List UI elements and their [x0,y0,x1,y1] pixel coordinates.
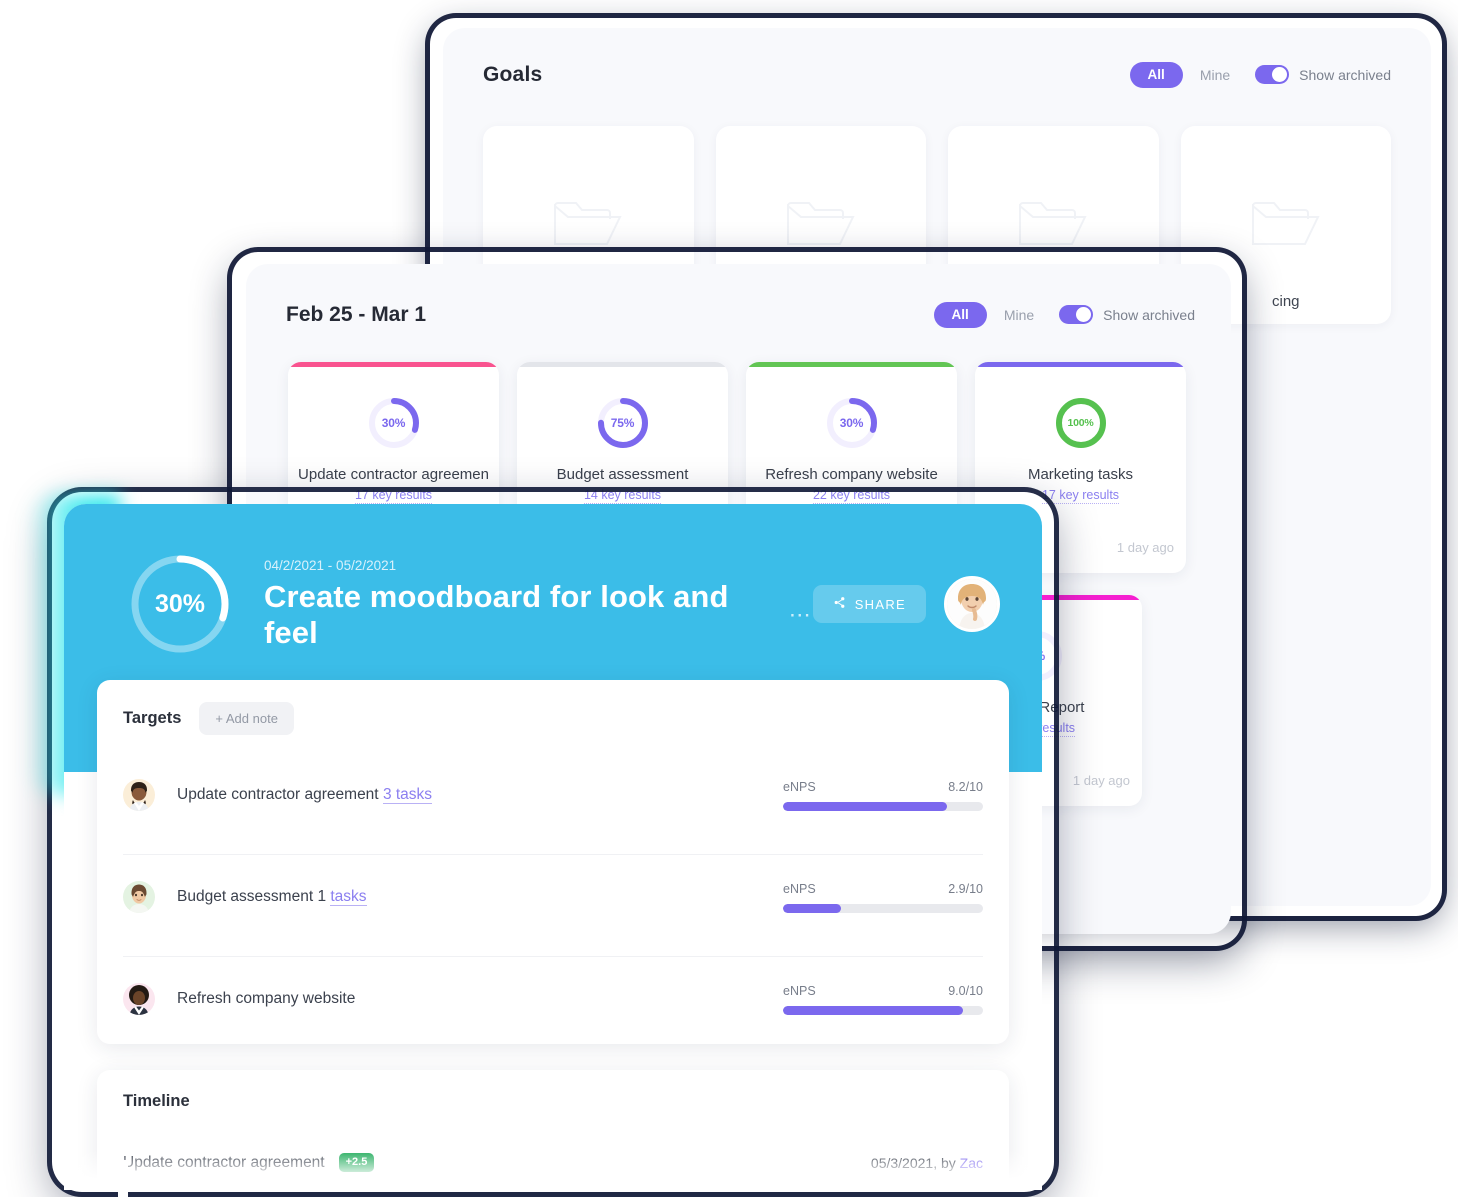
week-filters: All Mine Show archived [933,302,1195,328]
share-button[interactable]: SHARE [812,585,926,623]
targets-heading: Targets [123,709,182,727]
target-title: Refresh company website [177,990,356,1007]
timeline-title: Update contractor agreement [123,1153,325,1171]
screenshot-stage: Goals All Mine Show archived cing Feb 25… [0,0,1458,1197]
target-row[interactable]: Update contractor agreement 3 tasks eNPS… [123,753,983,836]
progress-percent: 30% [381,415,406,430]
target-metric: eNPS 9.0/10 [783,984,983,1015]
goal-name: Refresh company website [765,465,938,483]
progress-percent: 75% [610,415,635,430]
timeline-heading: Timeline [123,1092,190,1110]
timeline-author[interactable]: Zac [960,1155,983,1171]
avatar[interactable] [944,576,1000,632]
metric-label: eNPS [783,983,816,998]
timeline-meta: 05/3/2021, by Zac [871,1155,983,1171]
week-range-title: Feb 25 - Mar 1 [286,302,427,326]
goal-key-results-link[interactable]: 17 key results [1041,488,1120,504]
show-archived-label: Show archived [1103,306,1195,323]
show-archived-label: Show archived [1299,66,1391,83]
detail-window-bottom-notch [118,1160,128,1197]
filter-all-button[interactable]: All [933,302,987,328]
folder-icon [785,193,857,256]
goals-filters: All Mine Show archived [1129,62,1391,88]
filter-all-button[interactable]: All [1129,62,1183,88]
metric-label: eNPS [783,881,816,896]
metric-score: 8.2/10 [948,779,983,794]
target-label: Refresh company website [177,990,355,1008]
week-header: Feb 25 - Mar 1 All Mine Show archived [246,264,1231,328]
detail-window: 30% 04/2/2021 - 05/2/2021 Create moodboa… [64,504,1042,1186]
show-archived-control[interactable]: Show archived [1255,65,1391,85]
folder-icon [1017,193,1089,256]
target-row[interactable]: Budget assessment 1 tasks eNPS 2.9/10 [123,854,983,938]
date-range: 04/2/2021 - 05/2/2021 [264,557,397,573]
metric-label: eNPS [783,779,816,794]
goal-name: Budget assessment [556,465,689,483]
show-archived-toggle[interactable] [1255,65,1290,85]
goal-title: Create moodboard for look and feel [264,578,729,650]
progress-percent: 30% [839,415,864,430]
metric-progress-bar [783,801,983,811]
score-change-badge: +2.5 [338,1153,375,1172]
goal-name: Marketing tasks [1027,465,1134,483]
goal-timestamp: 1 day ago [1072,772,1130,788]
avatar [123,881,155,913]
metric-progress-bar [783,903,983,913]
overall-progress-percent: 30% [154,589,206,618]
target-label: Budget assessment 1 tasks [177,888,367,906]
target-metric: eNPS 8.2/10 [783,780,983,811]
target-title: Update contractor agreement [177,786,379,803]
target-row[interactable]: Refresh company website eNPS 9.0/10 [123,956,983,1040]
ellipsis-icon[interactable]: ⋯ [789,603,813,626]
progress-donut: 30% [367,396,421,450]
avatar [123,983,155,1015]
progress-donut: 75% [596,396,650,450]
progress-percent: 100% [1067,416,1094,429]
page-title: Goals [483,62,543,86]
show-archived-toggle[interactable] [1059,305,1094,325]
goal-timestamp: 1 day ago [1116,539,1174,555]
target-label: Update contractor agreement 3 tasks [177,786,433,804]
target-title: Budget assessment 1 [177,888,327,905]
metric-score: 2.9/10 [948,881,983,896]
goals-header: Goals All Mine Show archived [443,28,1431,88]
goal-name: Update contractor agreemen [298,465,489,483]
folder-icon [1250,193,1322,256]
share-label: SHARE [854,596,906,612]
show-archived-control[interactable]: Show archived [1059,305,1195,325]
timeline-date: 05/3/2021, by [870,1154,960,1171]
overall-progress-donut: 30% [128,552,232,656]
target-tasks-link[interactable]: tasks [330,888,367,906]
avatar [123,779,155,811]
target-tasks-link[interactable]: 3 tasks [382,786,433,804]
metric-score: 9.0/10 [948,983,983,998]
metric-progress-bar [783,1005,983,1015]
share-icon [833,596,846,612]
progress-donut: 30% [825,396,879,450]
progress-donut: 100% [1054,396,1108,450]
filter-mine-button[interactable]: Mine [1200,67,1230,83]
targets-card: Targets + Add note Update contractor agr… [97,680,1009,1044]
timeline-card: Timeline Update contractor agreement +2.… [97,1070,1009,1186]
filter-mine-button[interactable]: Mine [1004,307,1034,323]
target-metric: eNPS 2.9/10 [783,882,983,913]
add-note-button[interactable]: + Add note [199,702,294,735]
timeline-row[interactable]: Update contractor agreement +2.5 05/3/20… [123,1127,983,1186]
folder-icon [552,193,624,256]
